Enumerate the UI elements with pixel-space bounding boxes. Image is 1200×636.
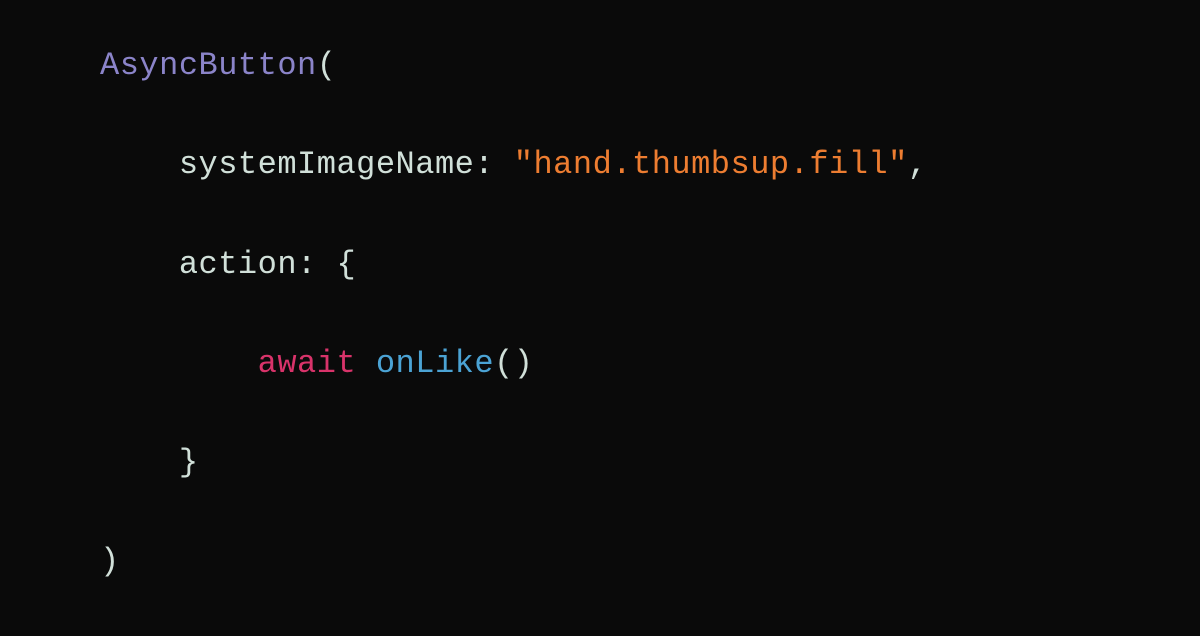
indent (100, 146, 179, 183)
call-parens: () (494, 345, 533, 382)
code-line-5: } (100, 438, 928, 488)
indent (100, 444, 179, 481)
await-keyword: await (258, 345, 357, 382)
string-literal: "hand.thumbsup.fill" (514, 146, 908, 183)
type-identifier: AsyncButton (100, 47, 317, 84)
code-line-3: action: { (100, 240, 928, 290)
indent (100, 345, 258, 382)
code-line-2: systemImageName: "hand.thumbsup.fill", (100, 140, 928, 190)
param-label: action: { (179, 246, 356, 283)
param-label: systemImageName: (179, 146, 514, 183)
space (356, 345, 376, 382)
comma: , (908, 146, 928, 183)
close-paren: ) (100, 543, 120, 580)
code-line-4: await onLike() (100, 339, 928, 389)
code-line-1: AsyncButton( (100, 41, 928, 91)
open-paren: ( (317, 47, 337, 84)
function-call: onLike (376, 345, 494, 382)
code-line-6: ) (100, 537, 928, 587)
indent (100, 246, 179, 283)
close-brace: } (179, 444, 199, 481)
code-snippet: AsyncButton( systemImageName: "hand.thum… (0, 0, 928, 636)
